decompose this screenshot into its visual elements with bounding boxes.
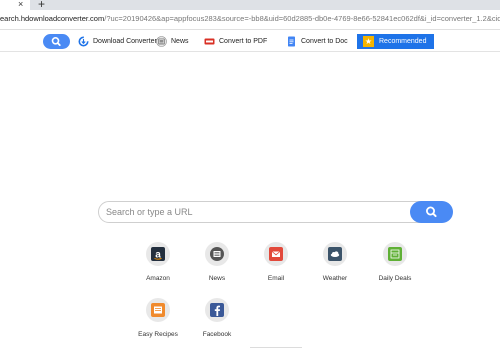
tile-weather[interactable]: Weather: [310, 242, 360, 282]
convert-to-doc-label: Convert to Doc: [301, 38, 348, 45]
tile-news[interactable]: News: [192, 242, 242, 282]
search-input[interactable]: [98, 201, 428, 223]
toolbar-search-button[interactable]: [43, 34, 70, 49]
download-converter-label: Download Converter: [93, 38, 157, 45]
url-host: earch.hdownloadconverter.com: [0, 14, 105, 23]
tile-easy-recipes[interactable]: Easy Recipes: [133, 298, 183, 338]
convert-to-pdf-link[interactable]: Convert to PDF: [204, 34, 267, 49]
search-button[interactable]: [410, 201, 453, 223]
search-icon: [425, 206, 437, 218]
tile-daily-deals-circle: [383, 242, 407, 266]
pdf-icon: [204, 36, 215, 47]
news-icon: [210, 247, 224, 261]
tile-amazon[interactable]: a Amazon: [133, 242, 183, 282]
recommended-button[interactable]: ★ Recommended: [357, 34, 434, 49]
browser-tab[interactable]: ×: [0, 0, 30, 10]
news-icon: [156, 36, 167, 47]
tile-facebook-circle: [205, 298, 229, 322]
tile-easy-recipes-circle: [146, 298, 170, 322]
weather-icon: [328, 247, 342, 261]
search-box: [98, 201, 454, 223]
recommended-label: Recommended: [379, 38, 427, 45]
news-label: News: [171, 38, 189, 45]
tile-facebook-label: Facebook: [202, 331, 232, 338]
address-bar[interactable]: earch.hdownloadconverter.com/?uc=2019042…: [0, 10, 500, 30]
convert-to-pdf-label: Convert to PDF: [219, 38, 268, 45]
doc-icon: [286, 36, 297, 47]
extension-toolbar: Download Converter News Convert to PDF C…: [0, 31, 500, 52]
download-converter-link[interactable]: Download Converter: [78, 34, 157, 49]
download-converter-icon: [78, 36, 89, 47]
easy-recipes-icon: [151, 303, 165, 317]
news-link[interactable]: News: [156, 34, 189, 49]
close-tab-icon[interactable]: ×: [18, 0, 23, 10]
daily-deals-icon: [388, 247, 402, 261]
amazon-icon: a: [151, 247, 165, 261]
tile-news-circle: [205, 242, 229, 266]
tile-email-label: Email: [267, 275, 285, 282]
email-icon: [269, 247, 283, 261]
tab-strip: × +: [0, 0, 500, 11]
search-icon: [51, 37, 61, 47]
facebook-icon: [210, 303, 224, 317]
tile-easy-recipes-label: Easy Recipes: [138, 331, 178, 338]
tile-facebook[interactable]: Facebook: [192, 298, 242, 338]
tile-daily-deals[interactable]: Daily Deals: [370, 242, 420, 282]
convert-to-doc-link[interactable]: Convert to Doc: [286, 34, 348, 49]
tile-news-label: News: [208, 275, 226, 282]
tile-email[interactable]: Email: [251, 242, 301, 282]
tile-daily-deals-label: Daily Deals: [378, 275, 412, 282]
url-query: /?uc=20190426&ap=appfocus283&source=-bb8…: [104, 14, 500, 23]
tile-weather-label: Weather: [322, 275, 348, 282]
tile-email-circle: [264, 242, 288, 266]
tile-weather-circle: [323, 242, 347, 266]
star-icon: ★: [363, 36, 374, 47]
tile-amazon-circle: a: [146, 242, 170, 266]
url-text[interactable]: earch.hdownloadconverter.com/?uc=2019042…: [0, 14, 500, 23]
tile-amazon-label: Amazon: [146, 275, 170, 282]
